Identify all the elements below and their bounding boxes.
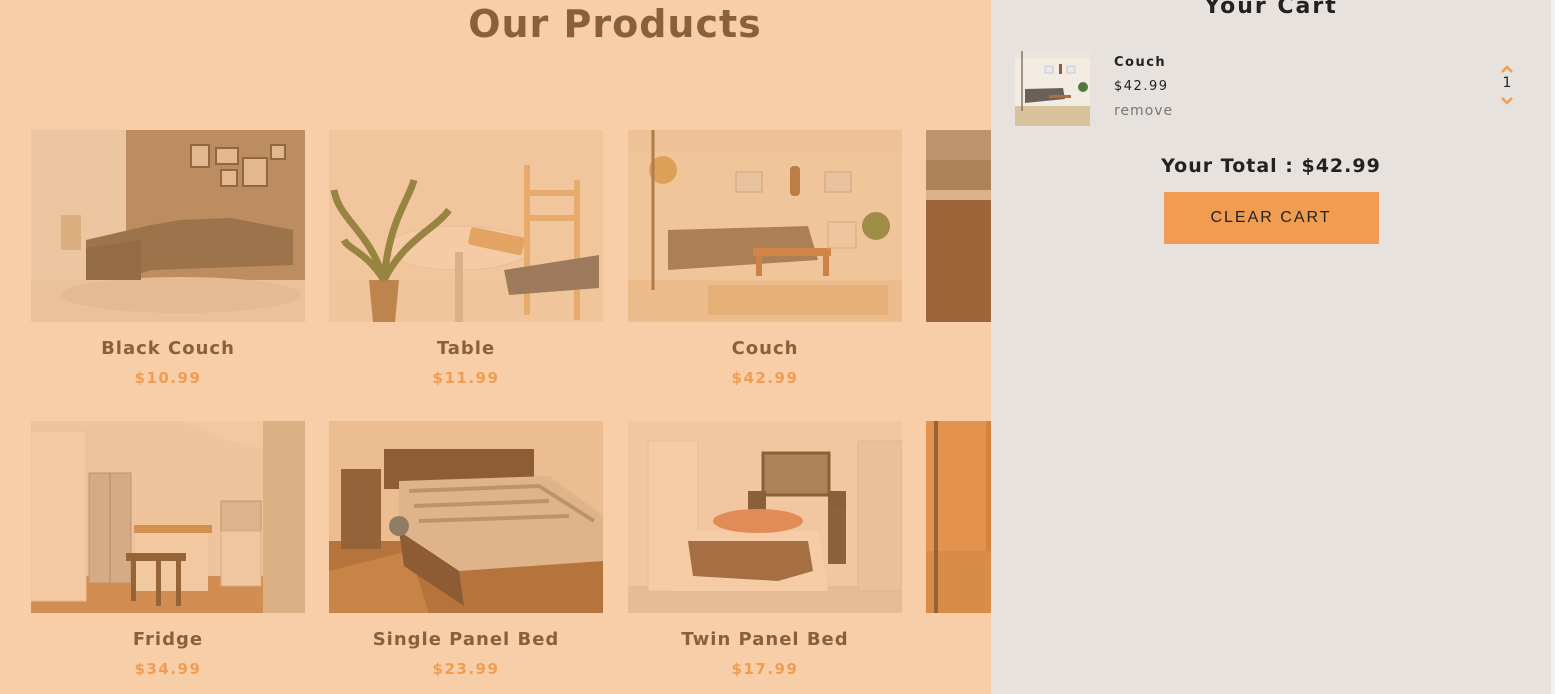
- cart-item-image: [1015, 51, 1090, 126]
- cart-panel: Your Cart Couch $42.99 remove 1 Your Tot…: [991, 0, 1551, 694]
- quantity-stepper: 1: [1497, 61, 1517, 107]
- remove-item-link[interactable]: remove: [1114, 103, 1173, 119]
- item-quantity: 1: [1502, 75, 1512, 91]
- cart-footer: Your Total : $42.99 clear cart: [991, 155, 1551, 244]
- cart-title: Your Cart: [1204, 0, 1338, 19]
- chevron-up-icon[interactable]: [1497, 61, 1517, 75]
- cart-item-price: $42.99: [1114, 79, 1169, 94]
- clear-cart-button[interactable]: clear cart: [1163, 192, 1379, 244]
- cart-item-info: Couch $42.99 remove: [1114, 55, 1173, 119]
- chevron-down-icon[interactable]: [1497, 93, 1517, 107]
- cart-item: Couch $42.99 remove 1: [1015, 51, 1527, 126]
- cart-total: Your Total : $42.99: [1161, 155, 1381, 177]
- scrollbar[interactable]: [1551, 0, 1555, 694]
- cart-item-name: Couch: [1114, 55, 1167, 70]
